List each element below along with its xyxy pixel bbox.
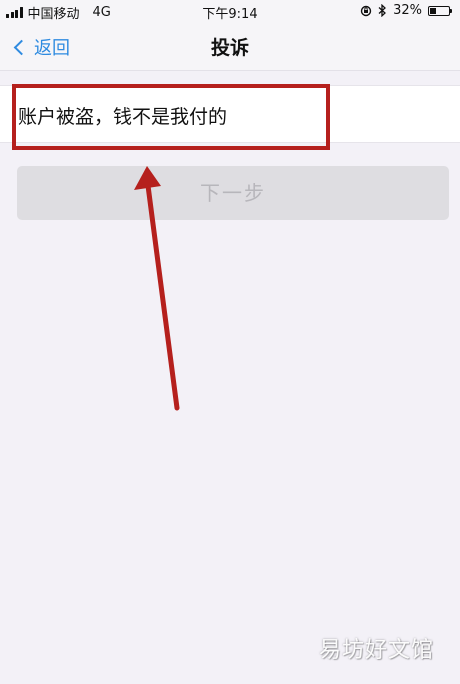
next-button[interactable]: 下一步 xyxy=(17,166,449,220)
screen: 中国移动 4G 下午9:14 32% 返回 投诉 账户被盗，钱不是我付的 下一步 xyxy=(0,0,460,684)
status-bar: 中国移动 4G 下午9:14 32% xyxy=(0,0,460,22)
battery-icon xyxy=(428,5,452,16)
bluetooth-icon xyxy=(378,4,387,17)
page-title: 投诉 xyxy=(210,37,249,59)
rotation-lock-icon xyxy=(360,5,372,16)
battery-fill xyxy=(430,7,436,14)
annotation-highlight-box xyxy=(12,84,330,150)
watermark: 易坊好文馆 xyxy=(318,638,434,663)
status-right: 32% xyxy=(360,3,452,18)
battery-percent: 32% xyxy=(393,3,422,18)
nav-bar: 返回 投诉 xyxy=(0,22,460,71)
